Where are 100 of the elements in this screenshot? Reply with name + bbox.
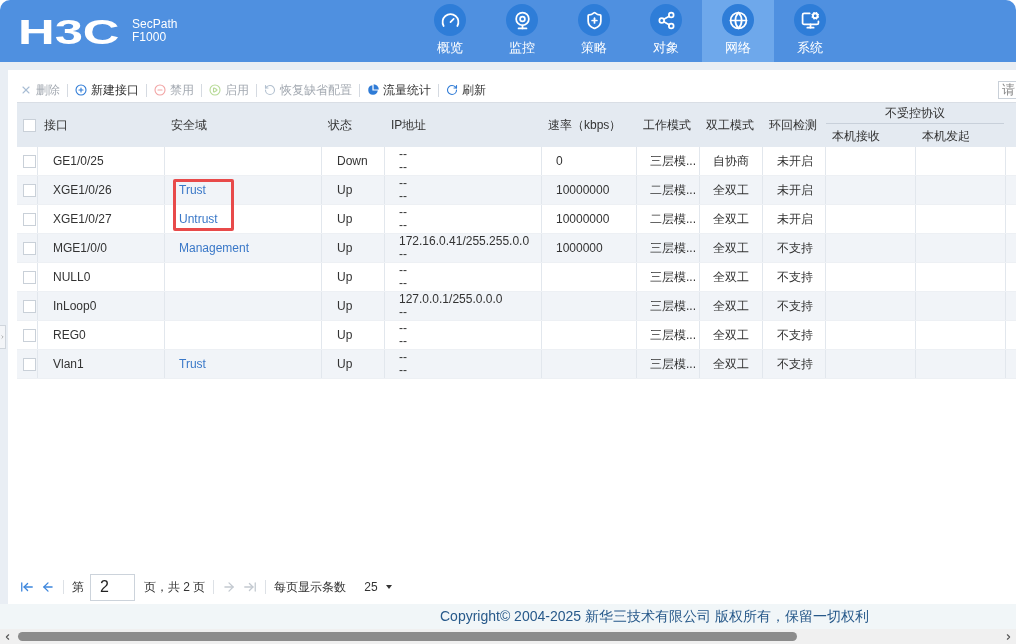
- loopback-text: 不支持: [777, 240, 813, 257]
- duplex-text: 全双工: [713, 240, 749, 257]
- column-header: 接口: [43, 117, 68, 134]
- duplex-text: 全双工: [713, 211, 749, 228]
- page-size-label: 每页显示条数: [274, 579, 347, 596]
- mode-text: 三层模...: [650, 153, 696, 170]
- zone-link[interactable]: Trust: [179, 355, 206, 373]
- column-group-header: 不受控协议: [885, 105, 945, 122]
- toolbar-button[interactable]: 流量统计: [367, 81, 431, 99]
- ip-address-text: --: [399, 219, 407, 232]
- ip-address-text: --: [399, 161, 407, 174]
- toolbar-button[interactable]: 新建接口: [75, 81, 139, 99]
- duplex-text: 全双工: [713, 298, 749, 315]
- checkbox[interactable]: [22, 357, 36, 371]
- interface-name: NULL0: [53, 269, 91, 286]
- side-handle-icon[interactable]: [0, 325, 6, 349]
- first-page-icon[interactable]: [20, 580, 34, 594]
- mode-text: 三层模...: [650, 356, 696, 373]
- ip-address-text: 127.0.0.1/255.0.0.0: [399, 293, 503, 306]
- plus-circle-icon: [75, 84, 87, 96]
- status-text: Up: [337, 327, 353, 344]
- model-name: F1000: [132, 31, 168, 44]
- loopback-text: 不支持: [777, 356, 813, 373]
- rate-text: 0: [556, 153, 563, 170]
- checkbox[interactable]: [22, 183, 36, 197]
- search-field[interactable]: 请: [998, 81, 1016, 99]
- mode-text: 三层模...: [650, 298, 696, 315]
- zone-link[interactable]: Management: [179, 239, 250, 257]
- status-text: Up: [337, 182, 353, 199]
- column-header: 环回检测: [768, 117, 817, 134]
- interface-name: XGE1/0/26: [53, 182, 112, 199]
- nav-tab[interactable]: 监控: [486, 0, 558, 62]
- checkbox[interactable]: [22, 328, 36, 342]
- share-nodes-icon: [650, 4, 682, 36]
- column-header: 安全域: [170, 117, 207, 134]
- scrollbar-thumb[interactable]: [18, 632, 797, 641]
- interface-name: GE1/0/25: [53, 153, 104, 170]
- toolbar-button[interactable]: 刷新: [446, 81, 486, 99]
- interface-name: Vlan1: [53, 356, 84, 373]
- page-size-select[interactable]: 25: [364, 578, 392, 596]
- zone-link[interactable]: Untrust: [179, 210, 218, 228]
- ip-address-text: 172.16.0.41/255.255.0.0: [399, 235, 530, 248]
- zone-link[interactable]: Trust: [179, 181, 206, 199]
- ip-address-text: --: [399, 322, 407, 335]
- loopback-text: 不支持: [777, 327, 813, 344]
- nav-tab[interactable]: 网络: [702, 0, 774, 62]
- ip-address-text: --: [399, 306, 407, 319]
- logo: H3C: [18, 13, 120, 49]
- caret-icon: [385, 585, 392, 589]
- circular-arrow-icon: [264, 84, 276, 96]
- status-text: Up: [337, 269, 353, 286]
- ip-address-text: --: [399, 364, 407, 377]
- loopback-text: 未开启: [777, 153, 813, 170]
- previous-page-icon[interactable]: [41, 580, 55, 594]
- nav-tab[interactable]: 策略: [558, 0, 630, 62]
- checkbox[interactable]: [22, 299, 36, 313]
- column-header: 状态: [327, 117, 352, 134]
- monitor-gear-icon: [794, 4, 826, 36]
- mode-text: 三层模...: [650, 240, 696, 257]
- column-header: IP地址: [390, 117, 427, 134]
- cross-icon: [20, 84, 32, 96]
- play-circle-icon: [209, 84, 221, 96]
- shield-plus-icon: [578, 4, 610, 36]
- interface-name: XGE1/0/27: [53, 211, 112, 228]
- column-header: 本机发起: [921, 127, 970, 145]
- product-line: SecPath: [132, 18, 178, 31]
- checkbox[interactable]: [23, 118, 36, 132]
- loopback-text: 不支持: [777, 298, 813, 315]
- checkbox[interactable]: [22, 241, 36, 255]
- ip-address-text: --: [399, 177, 407, 190]
- status-text: Up: [337, 298, 353, 315]
- column-header: 本机接收: [831, 127, 880, 145]
- globe-icon: [722, 4, 754, 36]
- duplex-text: 自协商: [713, 153, 749, 170]
- column-header: 双工模式: [705, 117, 754, 134]
- page-input[interactable]: 2: [90, 573, 135, 601]
- checkbox[interactable]: [22, 212, 36, 226]
- page-label: 第: [72, 579, 84, 596]
- nav-tab[interactable]: 概览: [414, 0, 486, 62]
- ip-address-text: --: [399, 206, 407, 219]
- ip-address-text: --: [399, 277, 407, 290]
- nav-tab[interactable]: 对象: [630, 0, 702, 62]
- ip-address-text: --: [399, 248, 407, 261]
- duplex-text: 全双工: [713, 182, 749, 199]
- mode-text: 二层模...: [650, 182, 696, 199]
- status-text: Up: [337, 240, 353, 257]
- status-text: Down: [337, 153, 368, 170]
- mode-text: 二层模...: [650, 211, 696, 228]
- loopback-text: 未开启: [777, 211, 813, 228]
- checkbox[interactable]: [22, 270, 36, 284]
- loopback-text: 未开启: [777, 182, 813, 199]
- ip-address-text: --: [399, 264, 407, 277]
- copyright-text: Copyright© 2004-2025 新华三技术有限公司 版权所有，保留一切权利: [440, 607, 869, 626]
- ip-address-text: --: [399, 335, 407, 348]
- checkbox[interactable]: [22, 154, 36, 168]
- refresh-icon: [446, 84, 458, 96]
- status-text: Up: [337, 356, 353, 373]
- rate-text: 10000000: [556, 182, 610, 199]
- rate-text: 1000000: [556, 240, 603, 257]
- nav-tab[interactable]: 系统: [774, 0, 846, 62]
